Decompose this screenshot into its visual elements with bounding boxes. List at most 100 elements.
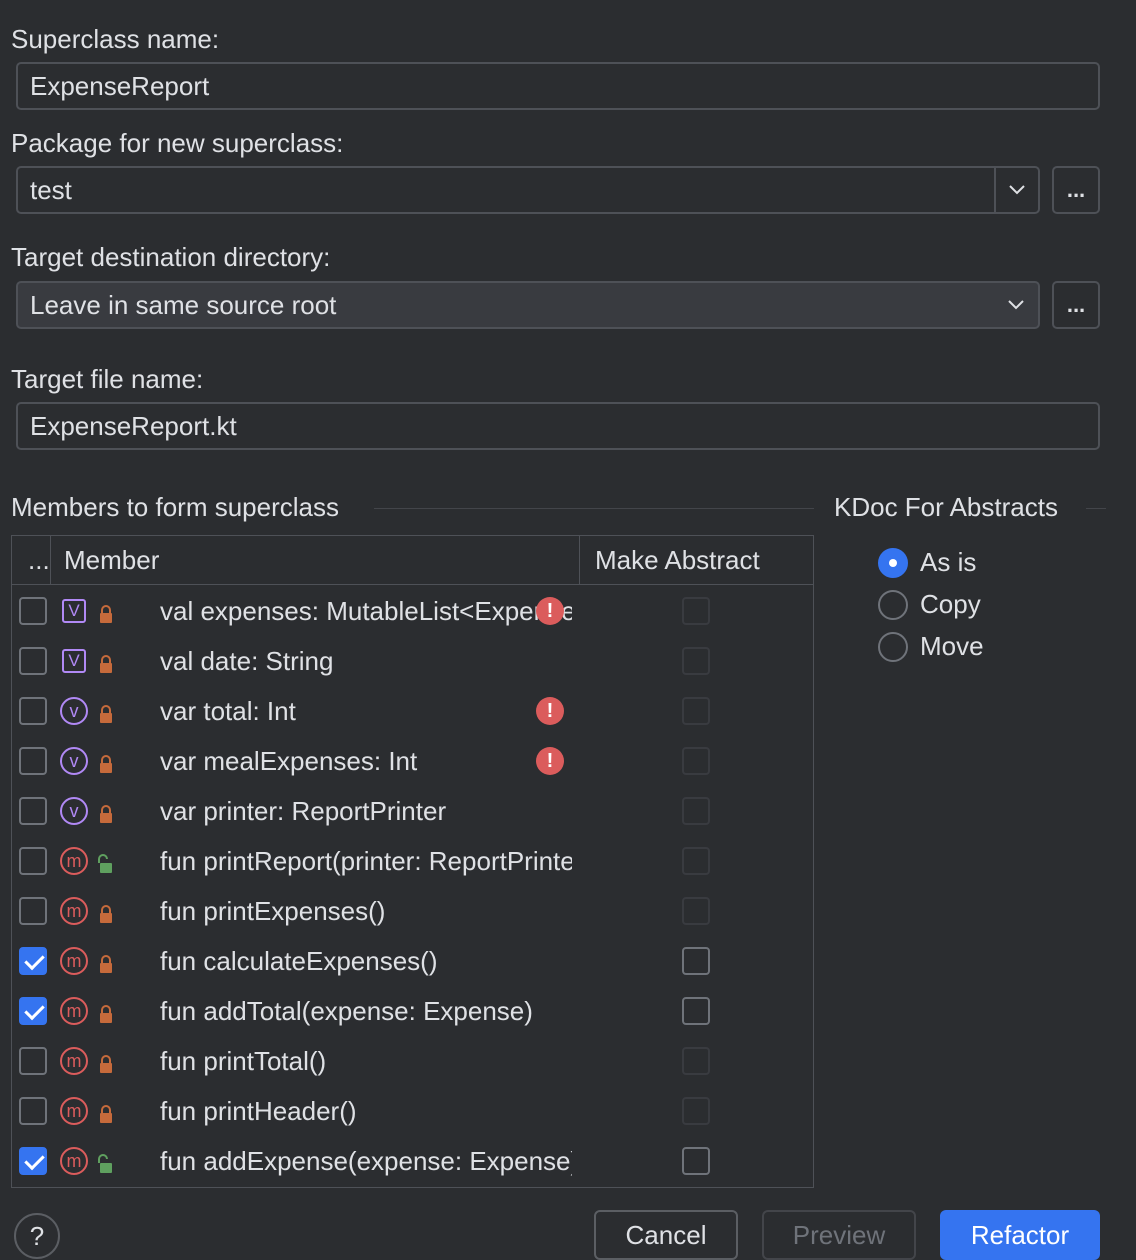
property-var-icon: v [60, 797, 88, 825]
help-button[interactable]: ? [14, 1213, 60, 1259]
member-checkbox[interactable] [19, 797, 47, 825]
member-name: fun printHeader() [160, 1095, 357, 1126]
property-val-icon: V [62, 599, 86, 623]
members-table[interactable]: ... Member Make Abstract Vval expenses: … [11, 535, 814, 1188]
lock-icon [98, 1000, 114, 1023]
method-icon: m [60, 1097, 88, 1125]
member-checkbox[interactable] [19, 847, 47, 875]
make-abstract-checkbox [682, 797, 710, 825]
error-icon: ! [536, 597, 564, 625]
header-member[interactable]: Member [64, 536, 159, 585]
member-checkbox[interactable] [19, 647, 47, 675]
make-abstract-checkbox [682, 597, 710, 625]
refactor-button[interactable]: Refactor [940, 1210, 1100, 1260]
kdoc-as-is-label[interactable]: As is [920, 547, 976, 578]
lock-icon [98, 1050, 114, 1073]
package-value[interactable]: test [18, 175, 994, 206]
superclass-name-input[interactable] [16, 62, 1100, 110]
chevron-down-icon[interactable] [994, 283, 1038, 327]
preview-button[interactable]: Preview [762, 1210, 916, 1260]
table-row[interactable]: m fun addExpense(expense: Expense) [12, 1136, 813, 1186]
property-var-icon: v [60, 747, 88, 775]
members-section-title: Members to form superclass [11, 492, 339, 522]
method-icon: m [60, 997, 88, 1025]
member-checkbox[interactable] [19, 1147, 47, 1175]
member-checkbox[interactable] [19, 947, 47, 975]
property-val-icon: V [62, 649, 86, 673]
member-name: var total: Int [160, 695, 296, 726]
member-name: val expenses: MutableList<Expense> [160, 595, 572, 626]
member-checkbox[interactable] [19, 1097, 47, 1125]
make-abstract-checkbox[interactable] [682, 947, 710, 975]
method-icon: m [60, 947, 88, 975]
kdoc-copy-radio[interactable] [878, 590, 908, 620]
member-name: fun addExpense(expense: Expense) [160, 1145, 572, 1176]
header-make-abstract[interactable]: Make Abstract [595, 536, 760, 585]
kdoc-section-title: KDoc For Abstracts [834, 492, 1058, 522]
kdoc-copy-label[interactable]: Copy [920, 589, 981, 620]
column-divider [50, 536, 51, 585]
table-row[interactable]: m fun addTotal(expense: Expense) [12, 986, 813, 1036]
property-var-icon: v [60, 697, 88, 725]
method-icon: m [60, 847, 88, 875]
section-divider [1086, 508, 1106, 509]
make-abstract-checkbox[interactable] [682, 1147, 710, 1175]
member-name: var printer: ReportPrinter [160, 795, 447, 826]
target-dir-combo[interactable]: Leave in same source root [16, 281, 1040, 329]
make-abstract-checkbox [682, 1097, 710, 1125]
member-checkbox[interactable] [19, 747, 47, 775]
table-row[interactable]: v var mealExpenses: Int! [12, 736, 813, 786]
kdoc-as-is-radio[interactable] [878, 548, 908, 578]
chevron-down-icon[interactable] [994, 168, 1038, 212]
make-abstract-checkbox [682, 647, 710, 675]
target-file-label: Target file name: [11, 364, 204, 394]
member-name: fun calculateExpenses() [160, 945, 438, 976]
lock-icon [98, 950, 114, 973]
table-row[interactable]: Vval expenses: MutableList<Expense>! [12, 586, 813, 636]
target-file-input[interactable] [16, 402, 1100, 450]
table-row[interactable]: m fun printReport(printer: ReportPrinter) [12, 836, 813, 886]
section-divider [374, 508, 814, 509]
unlocked-icon [98, 1150, 114, 1173]
method-icon: m [60, 897, 88, 925]
package-browse-button[interactable]: ... [1052, 166, 1100, 214]
lock-icon [98, 700, 114, 723]
table-row[interactable]: Vval date: String [12, 636, 813, 686]
target-dir-value[interactable]: Leave in same source root [18, 290, 994, 321]
member-checkbox[interactable] [19, 597, 47, 625]
make-abstract-checkbox [682, 847, 710, 875]
member-name: fun printExpenses() [160, 895, 386, 926]
lock-icon [98, 600, 114, 623]
kdoc-move-radio[interactable] [878, 632, 908, 662]
make-abstract-checkbox [682, 897, 710, 925]
member-name: fun addTotal(expense: Expense) [160, 995, 533, 1026]
member-name: fun printReport(printer: ReportPrinter) [160, 845, 572, 876]
table-row[interactable]: m fun calculateExpenses() [12, 936, 813, 986]
make-abstract-checkbox [682, 1047, 710, 1075]
cancel-button[interactable]: Cancel [594, 1210, 738, 1260]
member-name: fun printTotal() [160, 1045, 327, 1076]
table-row[interactable]: m fun printTotal() [12, 1036, 813, 1086]
table-row[interactable]: m fun printExpenses() [12, 886, 813, 936]
unlocked-icon [98, 850, 114, 873]
member-checkbox[interactable] [19, 997, 47, 1025]
error-icon: ! [536, 747, 564, 775]
member-checkbox[interactable] [19, 697, 47, 725]
lock-icon [98, 750, 114, 773]
kdoc-move-label[interactable]: Move [920, 631, 984, 662]
superclass-name-label: Superclass name: [11, 24, 220, 54]
column-divider [579, 536, 580, 585]
member-checkbox[interactable] [19, 1047, 47, 1075]
table-row[interactable]: m fun printHeader() [12, 1086, 813, 1136]
target-dir-browse-button[interactable]: ... [1052, 281, 1100, 329]
table-header: ... Member Make Abstract [12, 536, 813, 585]
table-row[interactable]: v var printer: ReportPrinter [12, 786, 813, 836]
make-abstract-checkbox[interactable] [682, 997, 710, 1025]
lock-icon [98, 900, 114, 923]
table-row[interactable]: v var total: Int! [12, 686, 813, 736]
make-abstract-checkbox [682, 697, 710, 725]
package-combo[interactable]: test [16, 166, 1040, 214]
header-check[interactable]: ... [28, 536, 50, 585]
member-checkbox[interactable] [19, 897, 47, 925]
package-label: Package for new superclass: [11, 128, 344, 158]
